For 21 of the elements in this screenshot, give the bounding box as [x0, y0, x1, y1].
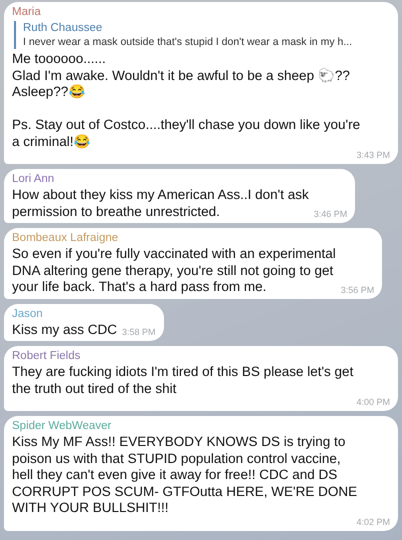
message-text: So even if you're fully vaccinated with an experimental DNA altering gene therapy, you're still not going to get your life back. That's a hard pass from me. [12, 246, 336, 296]
message-text: Me toooooo...... Glad I'm awake. Wouldn't it be awful to be a sheep 🐑?? Asleep??😂 Ps. Stay out of Costco....they'll chase you down like you're a criminal!😂 [12, 51, 360, 150]
sender-name: Spider WebWeaver [12, 419, 112, 434]
message-text: Kiss My MF Ass!! EVERYBODY KNOWS DS is trying to poison us with that STUPID population control vaccine, hell they can't even give it away for free!! CDC and DS CORRUPT POS SCUM- GTFOutta HERE, WE'RE DONE WITH YOUR BULLSHIT!!! [12, 434, 358, 516]
reply-quote[interactable]: Ruth Chaussee I never wear a mask outside that's stupid I don't wear a mask in my h... [14, 21, 390, 49]
message-text: Kiss my ass CDC [12, 322, 118, 338]
sender-name: Robert Fields [12, 349, 82, 364]
message-text: How about they kiss my American Ass..I don't ask permission to breathe unrestricted. [12, 187, 309, 220]
message-time: 4:02 PM [355, 516, 390, 528]
sender-name: Bombeaux Lafraigne [12, 231, 120, 246]
sender-name: Maria [12, 5, 42, 20]
message-time: 3:46 PM [312, 209, 348, 220]
reply-text: I never wear a mask outside that's stupid I don't wear a mask in my h... [23, 35, 354, 49]
message-text: They are fucking idiots I'm tired of this BS please let's get the truth out tired of the shit [12, 364, 354, 397]
message-time: 3:58 PM [121, 327, 156, 338]
message-time: 4:00 PM [355, 397, 390, 408]
sender-name: Lori Ann [12, 172, 56, 187]
message-time: 3:56 PM [340, 284, 374, 296]
reply-sender: Ruth Chaussee [23, 21, 104, 35]
sender-name: Jason [12, 306, 44, 322]
message-time: 3:43 PM [355, 150, 390, 161]
